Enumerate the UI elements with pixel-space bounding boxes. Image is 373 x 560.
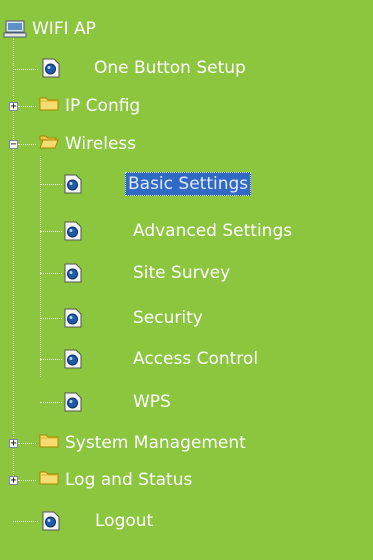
computer-icon <box>3 20 27 38</box>
tree-item-label: WPS <box>133 392 171 412</box>
tree-connector-line <box>40 402 62 403</box>
tree-connector-line <box>40 273 62 274</box>
document-icon <box>64 174 82 194</box>
tree-root-wifi-ap[interactable]: WIFI AP <box>29 14 99 44</box>
tree-item-access-control[interactable]: Access Control <box>130 344 261 374</box>
tree-item-log-and-status[interactable]: Log and Status <box>62 465 195 495</box>
tree-item-security[interactable]: Security <box>130 303 206 333</box>
document-icon <box>64 263 82 283</box>
tree-item-label: Site Survey <box>133 263 231 283</box>
tree-item-site-survey[interactable]: Site Survey <box>130 258 233 288</box>
tree-item-logout[interactable]: Logout <box>92 506 156 536</box>
open-folder-icon <box>39 135 59 149</box>
folder-icon <box>39 97 59 111</box>
tree-item-basic-settings[interactable]: Basic Settings <box>125 169 252 199</box>
expand-icon[interactable]: + <box>9 439 18 449</box>
tree-item-label: IP Config <box>65 96 141 116</box>
document-icon <box>42 511 60 531</box>
document-icon <box>42 58 60 78</box>
tree-item-system-management[interactable]: System Management <box>62 428 249 458</box>
tree-item-ip-config[interactable]: IP Config <box>62 91 143 121</box>
document-icon <box>64 308 82 328</box>
tree-item-label: One Button Setup <box>94 58 246 78</box>
tree-item-label: Wireless <box>65 134 137 154</box>
tree-item-label: System Management <box>65 433 246 453</box>
tree-connector-line <box>13 69 38 70</box>
tree-item-label: Logout <box>95 511 154 531</box>
document-icon <box>64 392 82 412</box>
tree-item-wireless[interactable]: Wireless <box>62 129 139 159</box>
expand-icon[interactable]: + <box>9 102 18 112</box>
collapse-icon[interactable]: − <box>9 140 18 150</box>
tree-item-advanced-settings[interactable]: Advanced Settings <box>130 216 295 246</box>
tree-item-label: Log and Status <box>65 470 193 490</box>
tree-connector-line <box>18 144 36 145</box>
tree-connector-line <box>40 231 62 232</box>
tree-item-label: Access Control <box>133 349 259 369</box>
tree-root-label: WIFI AP <box>32 19 96 39</box>
tree-connector-line <box>40 184 62 185</box>
tree-item-label: Advanced Settings <box>133 221 293 241</box>
tree-item-label: Basic Settings <box>125 172 252 196</box>
document-icon <box>64 349 82 369</box>
tree-connector-line <box>40 318 62 319</box>
expand-icon[interactable]: + <box>9 476 18 486</box>
navigation-tree: WIFI AP One Button Setup + IP Config − W… <box>0 0 373 560</box>
tree-item-label: Security <box>133 308 203 328</box>
tree-item-wps[interactable]: WPS <box>130 387 174 417</box>
tree-connector-line <box>18 443 36 444</box>
tree-connector-line <box>40 359 62 360</box>
folder-icon <box>39 434 59 448</box>
tree-connector-line <box>18 480 36 481</box>
document-icon <box>64 221 82 241</box>
folder-icon <box>39 471 59 485</box>
tree-item-one-button-setup[interactable]: One Button Setup <box>91 53 249 83</box>
tree-connector-line <box>13 521 38 522</box>
tree-connector-line <box>40 156 41 377</box>
tree-connector-line <box>18 106 36 107</box>
